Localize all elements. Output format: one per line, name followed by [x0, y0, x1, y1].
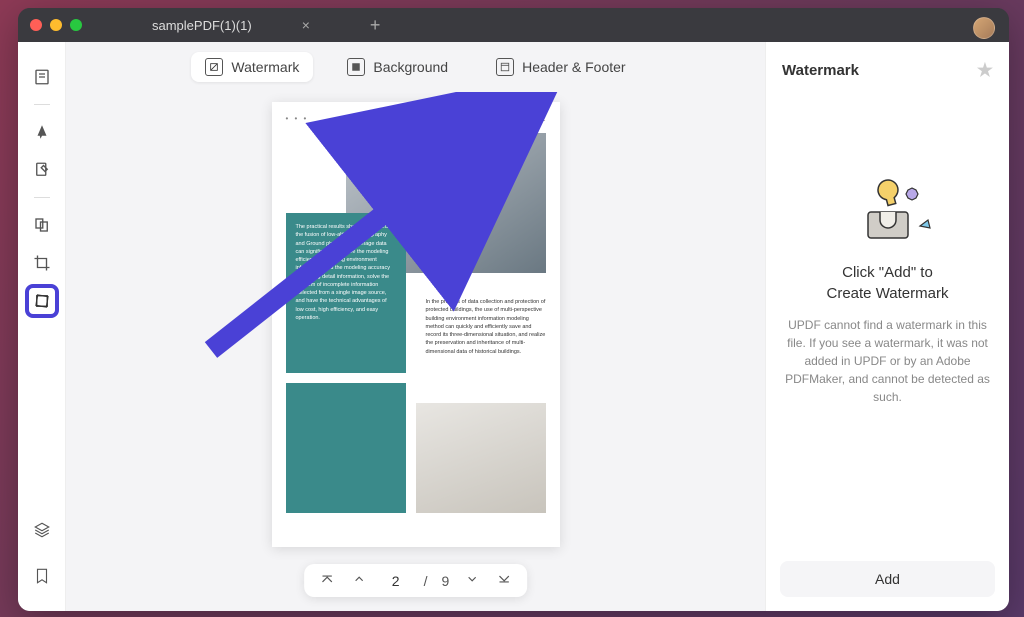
- page-text-block-right: In the process of data collection and pr…: [426, 298, 546, 356]
- first-page-button[interactable]: [318, 572, 336, 589]
- header-footer-icon: [496, 58, 514, 76]
- page-teal-block: [286, 383, 406, 513]
- left-toolbar: [18, 42, 66, 611]
- pdf-page: 2 The practical results show that: based…: [272, 102, 560, 547]
- add-watermark-button[interactable]: Add: [780, 561, 995, 597]
- page-text-block-teal: The practical results show that: based o…: [286, 213, 406, 373]
- page-total: 9: [442, 573, 450, 589]
- close-tab-icon[interactable]: ×: [302, 17, 310, 33]
- new-tab-button[interactable]: +: [370, 15, 381, 36]
- page-tools-button[interactable]: [27, 286, 57, 316]
- window-controls: [30, 19, 82, 31]
- page-tools-tabs: Watermark Background Header & Footer: [66, 42, 765, 92]
- next-page-button[interactable]: [463, 572, 481, 589]
- minimize-window-button[interactable]: [50, 19, 62, 31]
- last-page-button[interactable]: [495, 572, 513, 589]
- watermark-icon: [205, 58, 223, 76]
- page-separator: /: [424, 573, 428, 589]
- edit-tool-icon[interactable]: [27, 155, 57, 185]
- crop-tool-icon[interactable]: [27, 248, 57, 278]
- prev-page-button[interactable]: [350, 572, 368, 589]
- close-window-button[interactable]: [30, 19, 42, 31]
- page-header-dots: [286, 114, 309, 123]
- reader-tool-icon[interactable]: [27, 62, 57, 92]
- toolbar-divider: [34, 104, 50, 105]
- empty-state-description: UPDF cannot find a watermark in this fil…: [784, 316, 991, 406]
- tab-watermark[interactable]: Watermark: [191, 52, 313, 82]
- bookmark-icon[interactable]: [27, 561, 57, 591]
- tab-label: Watermark: [231, 59, 299, 75]
- layers-icon[interactable]: [27, 515, 57, 545]
- app-body: Page Tools ⌘5 Watermark Background: [18, 42, 1009, 611]
- page-number-label: 2: [541, 114, 545, 123]
- organize-tool-icon[interactable]: [27, 210, 57, 240]
- background-icon: [347, 58, 365, 76]
- document-viewport[interactable]: 2 The practical results show that: based…: [66, 92, 765, 611]
- empty-state-illustration: [838, 174, 938, 244]
- document-tab[interactable]: samplePDF(1)(1) × +: [152, 15, 380, 36]
- right-panel: Watermark ★ Click "Add" to Create Waterm…: [765, 42, 1009, 611]
- tab-background[interactable]: Background: [333, 52, 462, 82]
- main-area: Watermark Background Header & Footer: [66, 42, 765, 611]
- toolbar-divider: [34, 197, 50, 198]
- page-navigation: / 9: [304, 564, 528, 597]
- comment-tool-icon[interactable]: [27, 117, 57, 147]
- tab-title: samplePDF(1)(1): [152, 18, 252, 33]
- maximize-window-button[interactable]: [70, 19, 82, 31]
- page-image-blueprint: [416, 403, 546, 513]
- app-window: samplePDF(1)(1) × +: [18, 8, 1009, 611]
- tab-header-footer[interactable]: Header & Footer: [482, 52, 640, 82]
- page-number-input[interactable]: [382, 573, 410, 589]
- tab-label: Background: [373, 59, 448, 75]
- empty-state-title: Click "Add" to Create Watermark: [827, 262, 949, 304]
- panel-body: Click "Add" to Create Watermark UPDF can…: [766, 33, 1009, 547]
- tab-label: Header & Footer: [522, 59, 626, 75]
